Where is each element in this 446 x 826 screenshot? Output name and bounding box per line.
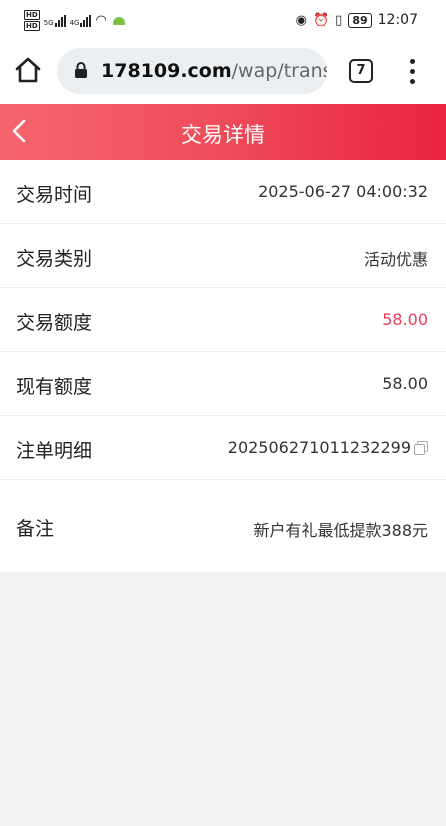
url-domain: 178109.com <box>101 60 232 82</box>
wifi-icon: ◠ <box>95 13 107 28</box>
eye-icon: ◉ <box>295 12 307 28</box>
row-value: 2025-06-27 04:00:32 <box>258 182 428 201</box>
detail-row-balance: 现有额度 58.00 <box>0 352 446 416</box>
vibrate-icon: ▯ <box>335 12 343 28</box>
row-label: 备注 <box>16 518 55 540</box>
overflow-menu-icon[interactable] <box>404 58 420 86</box>
detail-row-order: 注单明细 202506271011232299 <box>0 416 446 480</box>
tab-switcher-button[interactable]: 7 <box>349 59 373 83</box>
row-value: 58.00 <box>382 374 428 393</box>
detail-row-category: 交易类别 活动优惠 <box>0 224 446 288</box>
lock-icon <box>75 62 87 78</box>
signal-5g-icon: 5G <box>43 14 66 27</box>
copy-icon[interactable] <box>414 440 428 455</box>
page-header: 交易详情 <box>0 104 446 160</box>
status-right-icons: ◉ ⏰ ▯ 89 12:07 <box>296 12 418 28</box>
row-value: 202506271011232299 <box>227 438 411 457</box>
clock: 12:07 <box>377 12 418 28</box>
network2-label: 4G <box>69 18 80 27</box>
home-icon[interactable] <box>12 54 44 86</box>
row-label: 交易额度 <box>16 312 93 334</box>
hd-voice-icon: HD HD <box>24 10 40 31</box>
status-bar: HD HD 5G 4G ◠ ◉ ⏰ ▯ 89 12:07 <box>0 0 446 40</box>
network-label: 5G <box>43 18 54 27</box>
url-path: /wap/transa <box>231 60 327 82</box>
status-left-icons: HD HD 5G 4G ◠ <box>24 10 125 31</box>
row-label: 交易时间 <box>16 184 93 206</box>
transaction-detail-list: 交易时间 2025-06-27 04:00:32 交易类别 活动优惠 交易额度 … <box>0 160 446 572</box>
signal-4g-icon: 4G <box>69 14 92 27</box>
android-icon <box>112 16 125 25</box>
url-text[interactable]: 178109.com/wap/transa <box>101 60 327 82</box>
row-label: 现有额度 <box>16 376 93 398</box>
row-label: 注单明细 <box>16 440 93 462</box>
page-title: 交易详情 <box>181 123 265 147</box>
order-number-copy[interactable]: 202506271011232299 <box>228 438 428 457</box>
row-label: 交易类别 <box>16 248 93 270</box>
alarm-icon: ⏰ <box>312 12 330 28</box>
row-value: 活动优惠 <box>363 250 428 269</box>
row-value-amount: 58.00 <box>382 310 428 329</box>
battery-icon: 89 <box>348 12 372 28</box>
browser-toolbar: 178109.com/wap/transa 7 <box>0 40 446 104</box>
detail-row-amount: 交易额度 58.00 <box>0 288 446 352</box>
detail-row-remark: 备注 新户有礼最低提款388元 <box>0 480 446 572</box>
detail-row-time: 交易时间 2025-06-27 04:00:32 <box>0 160 446 224</box>
row-value: 新户有礼最低提款388元 <box>253 521 428 540</box>
address-bar[interactable]: 178109.com/wap/transa <box>57 48 327 94</box>
